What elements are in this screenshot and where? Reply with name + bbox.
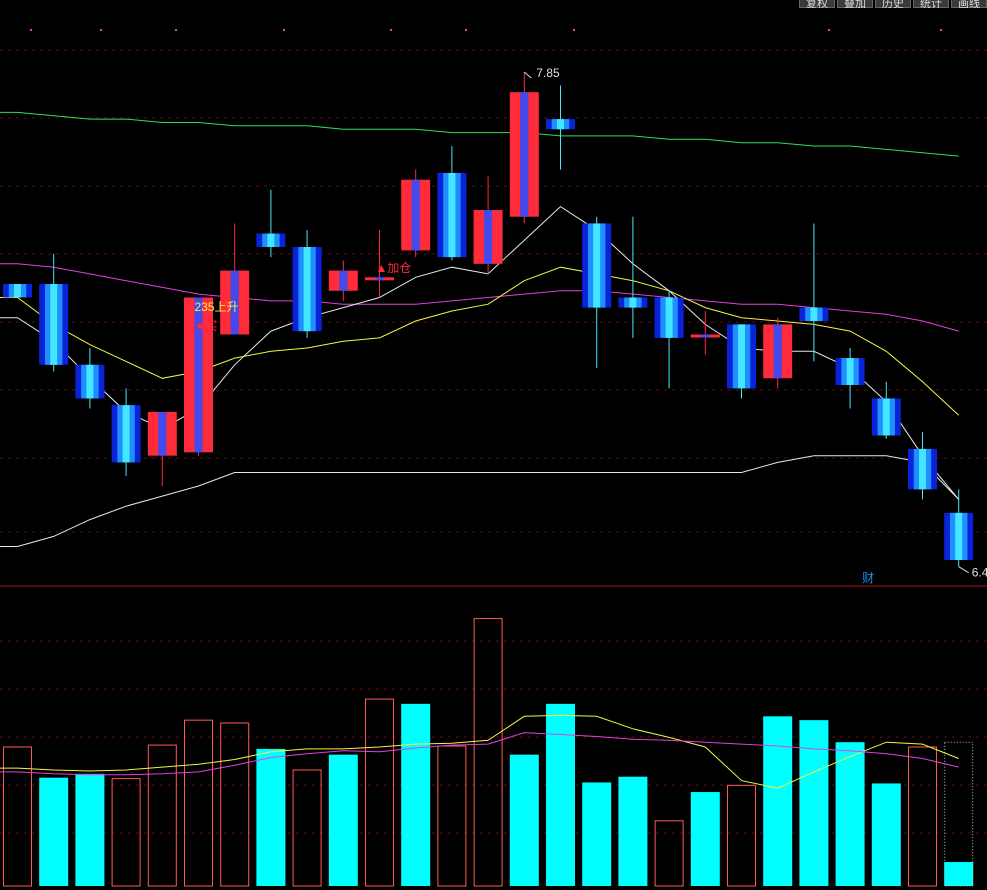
volume-bar-down bbox=[690, 792, 720, 886]
volume-bar-down bbox=[546, 703, 575, 886]
candle-body-core bbox=[629, 297, 637, 308]
candle-up bbox=[763, 317, 793, 389]
candle-down bbox=[546, 85, 575, 170]
volume-bar-down bbox=[871, 783, 901, 886]
candle-body-core bbox=[738, 324, 745, 389]
volume-bar-down bbox=[763, 716, 793, 886]
volume-bar-down bbox=[39, 777, 69, 886]
candle-up bbox=[147, 411, 177, 486]
top-marker-dot bbox=[828, 29, 830, 31]
low-marker-pointer bbox=[958, 566, 969, 574]
candle-down bbox=[3, 284, 32, 298]
volume-bar-down bbox=[835, 742, 865, 886]
candle-down bbox=[75, 347, 105, 409]
candle-body-core bbox=[919, 448, 926, 490]
candle-down bbox=[111, 388, 141, 476]
candle-body-core bbox=[882, 398, 890, 436]
volume-bar-down bbox=[944, 862, 974, 886]
volume-bar-down bbox=[582, 782, 612, 886]
candle-body-stripe bbox=[158, 411, 167, 456]
candle-body-core bbox=[86, 364, 94, 399]
volume-bar-down bbox=[509, 754, 539, 886]
price-ma-line bbox=[0, 455, 960, 547]
candle-body-core bbox=[810, 307, 818, 322]
high-marker-pointer bbox=[523, 71, 532, 79]
candle-down bbox=[654, 290, 684, 389]
top-marker-dot bbox=[175, 29, 177, 31]
candle-body-core bbox=[303, 247, 311, 332]
candle-up bbox=[328, 260, 358, 301]
finance-marker: 财 bbox=[862, 571, 874, 585]
top-marker-dot bbox=[30, 29, 32, 31]
candle-up bbox=[509, 72, 539, 224]
candle-body-stripe bbox=[520, 92, 529, 217]
trend-signal-label: 235上升 bbox=[195, 300, 239, 314]
candle-body-core bbox=[50, 284, 58, 365]
candle-down bbox=[835, 347, 865, 409]
candle-body-core bbox=[557, 119, 564, 130]
candle-body-core bbox=[665, 297, 673, 338]
volume-bar-down bbox=[401, 703, 431, 886]
add-position-label: ▲加仓 bbox=[376, 261, 412, 275]
candle-down bbox=[39, 253, 69, 372]
candle-down bbox=[727, 324, 756, 399]
volume-panel bbox=[0, 618, 974, 887]
candle-body-stripe bbox=[773, 324, 782, 379]
top-marker-dot bbox=[573, 29, 575, 31]
candle-up bbox=[690, 310, 720, 355]
volume-bar-up bbox=[292, 769, 322, 887]
candle-down bbox=[582, 216, 612, 369]
candle-body-core bbox=[955, 512, 963, 560]
price-panel bbox=[0, 72, 974, 567]
candle-down bbox=[256, 189, 286, 258]
candle-up bbox=[473, 176, 503, 274]
candle-body-core bbox=[593, 223, 601, 308]
top-marker-dot bbox=[100, 29, 102, 31]
price-ma-line bbox=[0, 111, 959, 157]
price-ma-line bbox=[0, 266, 960, 416]
volume-bar-up bbox=[220, 722, 250, 887]
volume-bar-up bbox=[184, 719, 213, 887]
volume-bar-up bbox=[908, 746, 937, 887]
candle-body-core bbox=[448, 172, 456, 258]
volume-bar-up bbox=[111, 778, 141, 887]
candle-body-core bbox=[267, 233, 275, 248]
candle-down bbox=[618, 216, 648, 338]
buy-signal-label: ★买 bbox=[195, 319, 218, 333]
high-price-label: 7.85 bbox=[536, 66, 560, 80]
volume-bar-down bbox=[799, 720, 829, 886]
volume-bar-up bbox=[727, 784, 756, 887]
candle-down bbox=[944, 489, 974, 567]
candle-up bbox=[220, 223, 250, 335]
candle-up bbox=[401, 169, 431, 258]
candle-body-core bbox=[14, 284, 21, 298]
volume-bar-down bbox=[618, 776, 648, 886]
candle-down bbox=[292, 230, 322, 338]
volume-bar-up bbox=[473, 618, 503, 887]
candle-down bbox=[437, 146, 467, 261]
volume-bar-up bbox=[437, 745, 467, 887]
candle-body-stripe bbox=[484, 209, 493, 264]
top-marker-dot bbox=[465, 29, 467, 31]
top-marker-dot bbox=[283, 29, 285, 31]
candle-body-stripe bbox=[701, 334, 710, 338]
top-marker-dot bbox=[940, 29, 942, 31]
candle-body-core bbox=[122, 405, 130, 463]
kline-chart[interactable]: 7.85 6.40 235上升 ★买 ▲加仓财 bbox=[0, 0, 987, 890]
candle-body-stripe bbox=[411, 179, 420, 251]
low-price-label: 6.40 bbox=[972, 566, 987, 580]
volume-bar-down bbox=[328, 754, 358, 886]
candle-body-core bbox=[846, 358, 854, 385]
volume-bar-up bbox=[365, 698, 394, 887]
top-marker-dot bbox=[390, 29, 392, 31]
candle-down bbox=[908, 432, 937, 500]
volume-bar-down bbox=[256, 748, 286, 886]
candle-body-stripe bbox=[375, 277, 384, 281]
volume-bar-up bbox=[654, 820, 684, 887]
candle-body-stripe bbox=[339, 270, 348, 291]
volume-bar-down bbox=[75, 773, 105, 886]
candle-down bbox=[799, 223, 829, 362]
